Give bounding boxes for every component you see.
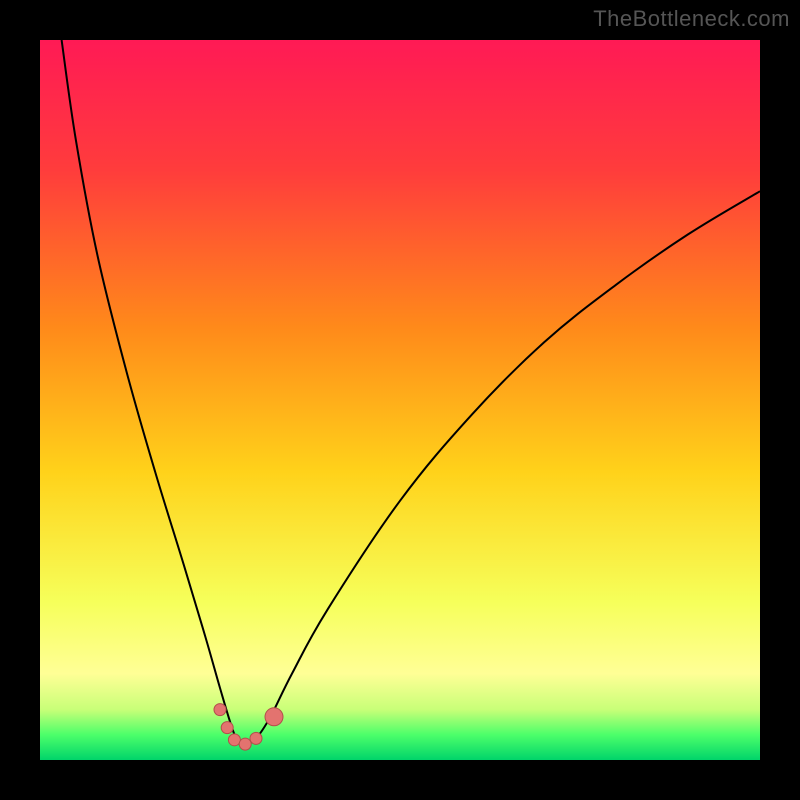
watermark-text: TheBottleneck.com bbox=[593, 6, 790, 32]
curve-marker bbox=[239, 738, 251, 750]
chart-stage: TheBottleneck.com bbox=[0, 0, 800, 800]
curve-marker bbox=[214, 704, 226, 716]
background-gradient bbox=[40, 40, 760, 760]
curve-marker bbox=[250, 732, 262, 744]
curve-marker bbox=[221, 722, 233, 734]
curve-marker bbox=[265, 708, 283, 726]
curve-marker bbox=[228, 734, 240, 746]
plot-area bbox=[40, 40, 760, 760]
